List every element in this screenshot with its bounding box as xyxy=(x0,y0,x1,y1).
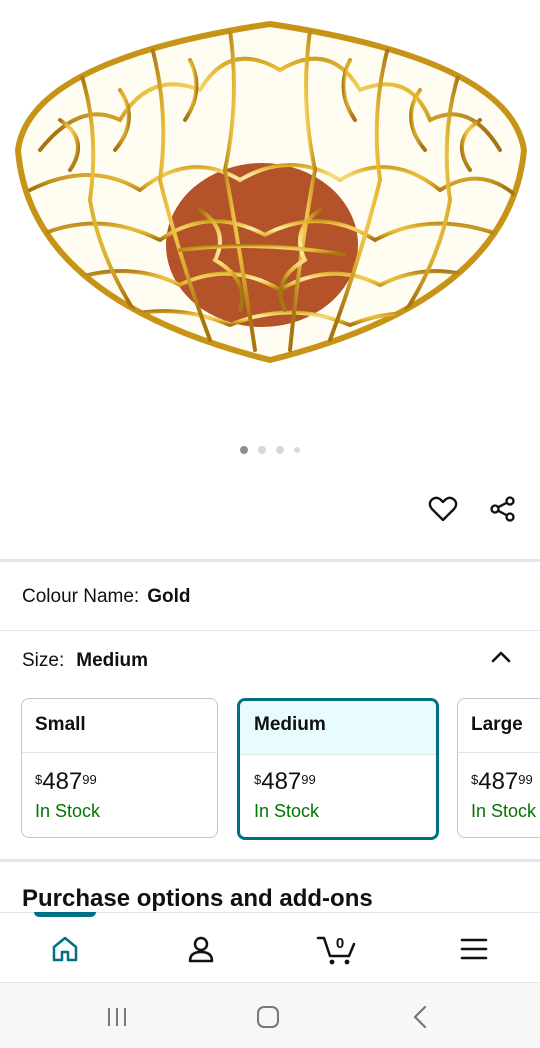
bottom-navigation: 0 xyxy=(0,912,540,982)
section-divider xyxy=(0,859,540,862)
system-navigation-bar xyxy=(0,982,540,1048)
account-icon[interactable] xyxy=(183,933,219,965)
section-divider xyxy=(0,559,540,562)
size-option-name: Medium xyxy=(240,701,436,755)
cart-icon[interactable]: 0 xyxy=(316,933,358,965)
image-carousel-dots[interactable] xyxy=(0,446,540,454)
size-option-name: Large xyxy=(458,699,540,753)
size-options-scroller[interactable]: Small $48799 In Stock Medium $48799 In S… xyxy=(21,698,540,840)
back-icon[interactable] xyxy=(405,1003,435,1031)
active-tab-indicator xyxy=(34,912,96,917)
purchase-options-heading[interactable]: Purchase options and add-ons xyxy=(22,885,373,913)
colour-selection: Colour Name: Gold xyxy=(22,586,191,608)
chevron-up-icon[interactable] xyxy=(488,644,514,670)
heart-icon[interactable] xyxy=(426,492,460,526)
row-divider xyxy=(0,630,540,631)
product-actions xyxy=(426,492,520,526)
cart-count: 0 xyxy=(336,935,344,952)
size-option-price: $48799 xyxy=(35,768,97,795)
home-icon[interactable] xyxy=(47,933,83,965)
size-option-large[interactable]: Large $48799 In Stock xyxy=(457,698,540,838)
menu-icon[interactable] xyxy=(456,933,492,965)
size-option-name: Small xyxy=(22,699,217,753)
size-value: Medium xyxy=(76,650,149,671)
stock-status: In Stock xyxy=(471,801,537,821)
carousel-dot-2[interactable] xyxy=(258,446,266,454)
recents-icon[interactable] xyxy=(102,1003,132,1031)
colour-value: Gold xyxy=(147,586,191,607)
carousel-dot-1[interactable] xyxy=(240,446,248,454)
gold-coral-bowl-image xyxy=(14,20,528,364)
size-label: Size: xyxy=(22,650,65,671)
colour-label: Colour Name: xyxy=(22,586,140,607)
size-selection[interactable]: Size: Medium xyxy=(22,650,148,672)
stock-status: In Stock xyxy=(254,801,320,821)
size-option-small[interactable]: Small $48799 In Stock xyxy=(21,698,218,838)
carousel-dot-4[interactable] xyxy=(294,447,300,453)
share-icon[interactable] xyxy=(486,492,520,526)
system-home-icon[interactable] xyxy=(253,1003,283,1031)
carousel-dot-3[interactable] xyxy=(276,446,284,454)
stock-status: In Stock xyxy=(35,801,101,821)
size-option-medium[interactable]: Medium $48799 In Stock xyxy=(237,698,439,840)
product-image[interactable] xyxy=(0,0,540,440)
size-option-price: $48799 xyxy=(254,768,316,795)
size-option-price: $48799 xyxy=(471,768,533,795)
